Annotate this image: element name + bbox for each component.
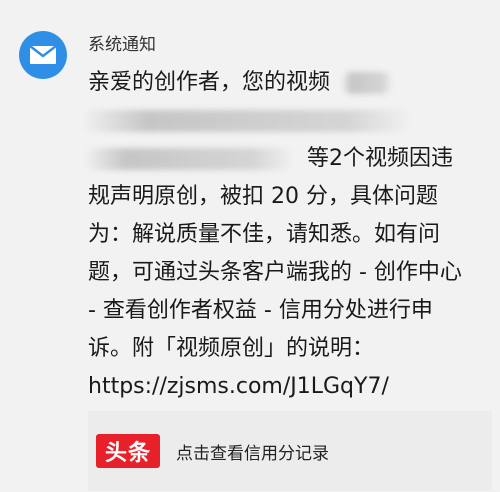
message-text: 亲爱的创作者，您的视频: [88, 70, 331, 95]
message-body: 亲爱的创作者，您的视频 等2个视频因违 规声明原创，被扣 20 分，具体问题 为…: [82, 64, 494, 406]
message-line-7: - 查看创作者权益 - 信用分处进行申: [88, 298, 433, 323]
message-line-1: 亲爱的创作者，您的视频: [88, 64, 494, 102]
explanation-link[interactable]: https://zjsms.com/J1LGqY7/: [88, 368, 494, 406]
redacted-title-blur: [84, 148, 294, 170]
credit-record-card[interactable]: 头条 点击查看信用分记录: [88, 411, 492, 491]
toutiao-logo: 头条: [96, 434, 160, 468]
message-line-3: 等2个视频因违: [84, 140, 494, 178]
message-line-8: 诉。附「视频原创」的说明：: [88, 336, 375, 361]
message-line-5: 为：解说质量不佳，请知悉。如有问: [88, 222, 441, 247]
credit-record-label: 点击查看信用分记录: [176, 443, 329, 464]
sender-avatar: [19, 31, 67, 79]
sender-name: 系统通知: [88, 35, 156, 55]
message-text: 等2个视频因违: [307, 146, 453, 171]
redacted-title-blur: [82, 110, 412, 132]
message-line-6: 题，可通过头条客户端我的 - 创作中心: [88, 260, 462, 285]
message-line-4: 规声明原创，被扣 20 分，具体问题: [88, 184, 438, 209]
message-line-2: [82, 102, 494, 140]
mail-icon: [29, 45, 57, 64]
redacted-title-blur: [341, 72, 394, 94]
